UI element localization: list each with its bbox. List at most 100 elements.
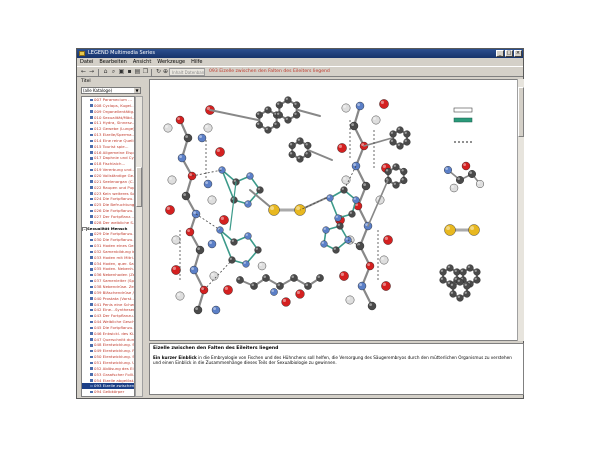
- residue-atom-highlight: [345, 237, 348, 240]
- carbon-atom-highlight: [297, 156, 300, 159]
- backbone-atom-highlight: [191, 267, 194, 270]
- description-panel: Eizelle zwischen den Falten des Eileiter…: [149, 343, 524, 395]
- carbon-atom: [453, 268, 461, 276]
- carbon-atom-highlight: [404, 139, 407, 142]
- image-icon[interactable]: ▤: [134, 69, 141, 75]
- document-icon: [90, 157, 93, 160]
- tree-item-label: 094 Gelbkörper: [94, 389, 125, 395]
- tree-item-label: Sexualität Mensch: [87, 225, 128, 231]
- legend-carbon: [456, 175, 465, 184]
- minimize-button[interactable]: _: [496, 50, 504, 57]
- chain-atom-highlight: [291, 275, 294, 278]
- hydrogen-atom: [341, 175, 351, 185]
- forward-arrow-icon[interactable]: →: [88, 69, 95, 75]
- backbone-atom: [193, 305, 203, 315]
- menu-werkzeuge[interactable]: Werkzeuge: [157, 58, 185, 66]
- tree-item-label: 038 Nebendrüse. Ze…: [94, 284, 134, 289]
- residue-atom: [256, 186, 264, 194]
- residue-atom-highlight: [243, 261, 246, 264]
- tree-item-label: 017 Daphnie und Cy…: [94, 155, 134, 161]
- zoom-icon[interactable]: ⊕: [162, 69, 169, 75]
- close-button[interactable]: ×: [514, 50, 522, 57]
- document-icon: [90, 332, 93, 335]
- menu-bearbeiten[interactable]: Bearbeiten: [99, 58, 126, 66]
- search-icon[interactable]: ⌕: [110, 69, 117, 75]
- tree-scrollbar[interactable]: [135, 96, 143, 397]
- catalog-select[interactable]: (alle Kataloge) ▼: [81, 87, 141, 94]
- hydrogen-atom-highlight: [259, 263, 262, 266]
- carbon-atom: [400, 167, 408, 176]
- carbon-atom: [466, 264, 474, 272]
- carbon-atom: [473, 268, 481, 276]
- carbon-atom-highlight: [297, 138, 300, 141]
- carbon-atom-highlight: [256, 112, 260, 115]
- viewer-scrollbar[interactable]: [517, 79, 524, 341]
- document-icon: [90, 238, 93, 242]
- residue-atom-highlight: [337, 223, 340, 226]
- tree-item-label: 045 Die Fortpflanzu…: [94, 324, 134, 330]
- bond: [363, 137, 393, 147]
- document-icon: [90, 203, 93, 207]
- viewer-scrollbar-thumb[interactable]: [518, 87, 524, 137]
- tree-item-label: 010 Sexualität/Mäd…: [94, 114, 134, 120]
- hydrogen-atom-highlight: [381, 257, 384, 260]
- carbon-atom: [396, 142, 404, 150]
- chevron-down-icon[interactable]: ▼: [134, 88, 140, 93]
- tree-item[interactable]: 094 Gelbkörper: [82, 389, 134, 395]
- oxygen-atom-highlight: [172, 266, 176, 270]
- document-icon: [90, 215, 93, 218]
- oxygen-atom: [379, 99, 389, 109]
- hydrogen-atom: [163, 123, 173, 133]
- print-icon[interactable]: ▣: [118, 69, 125, 75]
- backbone-atom-highlight: [357, 103, 360, 106]
- document-icon: [90, 285, 93, 289]
- legend-sulfur-highlight: [470, 226, 475, 230]
- carbon-atom-highlight: [457, 295, 460, 298]
- copy-icon[interactable]: ❐: [142, 69, 149, 75]
- nitrogen-atom-highlight: [271, 289, 274, 292]
- carbon-atom: [403, 130, 411, 138]
- document-icon: [90, 390, 93, 394]
- oxygen-atom-highlight: [166, 206, 170, 210]
- database-field[interactable]: Inhalt Datenbank: [169, 68, 205, 76]
- tree-item-label: 023 Kein weiteres So…: [94, 190, 134, 196]
- chain-atom-highlight: [317, 275, 320, 278]
- menu-ansicht[interactable]: Ansicht: [133, 58, 151, 66]
- tree-item-label: 013 Eizelle/Sperma…: [94, 132, 134, 138]
- home-icon[interactable]: ⌂: [102, 69, 109, 75]
- back-arrow-icon[interactable]: ←: [80, 69, 87, 75]
- oxygen-atom: [223, 285, 233, 295]
- tree-item-label: 027 Der Fortpflanz…: [94, 213, 134, 219]
- legend-oxygen: [461, 161, 471, 171]
- oxygen-atom-highlight: [382, 282, 386, 286]
- carbon-atom: [439, 268, 447, 276]
- document-icon: [90, 297, 93, 300]
- hydrogen-bond: [195, 213, 221, 231]
- tree-scrollbar-thumb[interactable]: [136, 167, 142, 207]
- tree-item-label: 033 Hoden mit Mitri…: [94, 254, 134, 260]
- tree-item-label: 007 Paramecium …: [94, 97, 132, 102]
- oxygen-atom-highlight: [382, 164, 386, 168]
- carbon-atom: [284, 96, 292, 104]
- legend-sulfur: [444, 224, 456, 236]
- refresh-icon[interactable]: ↻: [155, 69, 162, 75]
- save-icon[interactable]: ▪: [126, 69, 133, 75]
- carbon-atom: [389, 138, 397, 146]
- maximize-button[interactable]: □: [505, 50, 513, 57]
- document-icon: [90, 355, 93, 359]
- menu-hilfe[interactable]: Hilfe: [191, 58, 202, 66]
- residue-atom-highlight: [231, 239, 234, 242]
- backbone-atom-highlight: [197, 247, 200, 251]
- tree-item-label: 009 Organellentätig…: [94, 108, 134, 114]
- carbon-atom-highlight: [440, 269, 444, 272]
- carbon-atom-highlight: [447, 265, 450, 268]
- tree-item-label: 050 Eientwicklung. S…: [94, 354, 134, 360]
- backbone-atom: [185, 227, 195, 237]
- current-item-title: 093 Eizelle zwischen den Falten des Eile…: [209, 69, 330, 74]
- menu-datei[interactable]: Datei: [80, 58, 93, 66]
- tree-item-label: 018 Fischlaich…: [94, 161, 126, 167]
- residue-atom: [332, 246, 340, 254]
- backbone-atom: [175, 115, 185, 125]
- tree-item-label: 041 Penis eine Schw…: [94, 301, 134, 307]
- oxygen-atom-highlight: [384, 236, 388, 240]
